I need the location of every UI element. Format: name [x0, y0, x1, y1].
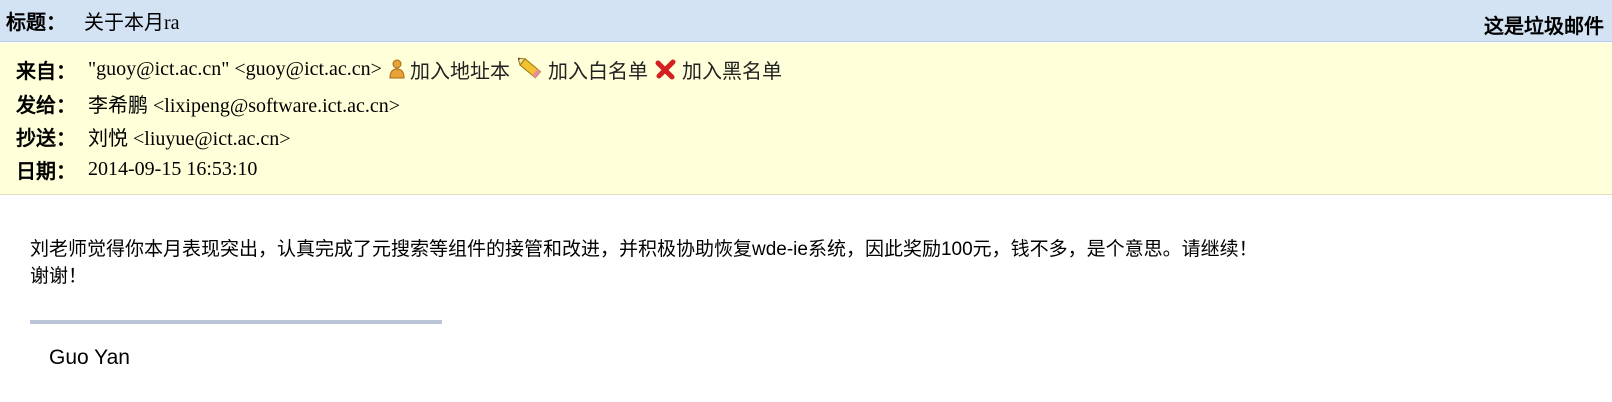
add-to-blacklist-button[interactable]: 加入黑名单	[654, 55, 782, 84]
subject-bar: 标题： 关于本月ra 这是垃圾邮件	[0, 0, 1612, 42]
add-to-address-book-label: 加入地址本	[409, 60, 510, 83]
message-body: 刘老师觉得你本月表现突出，认真完成了元搜索等组件的接管和改进，并积极协助恢复wd…	[30, 236, 1258, 290]
subject-text: 关于本月ra	[84, 12, 180, 34]
date-row: 日期： 2014-09-15 16:53:10	[16, 154, 257, 184]
add-to-blacklist-label: 加入黑名单	[681, 60, 782, 83]
cc-row: 抄送： 刘悦 <liuyue@ict.ac.cn>	[16, 121, 291, 151]
cc-label: 抄送：	[16, 127, 76, 150]
to-label: 发给：	[16, 94, 76, 117]
add-to-whitelist-button[interactable]: 加入白名单	[517, 55, 648, 84]
mail-header-panel: 来自： "guoy@ict.ac.cn" <guoy@ict.ac.cn> 加入…	[0, 43, 1612, 195]
red-x-icon	[655, 59, 676, 80]
message-body-line-2: 谢谢！	[30, 266, 88, 287]
cc-value: 刘悦 <liuyue@ict.ac.cn>	[88, 127, 291, 150]
date-label: 日期：	[16, 160, 76, 183]
date-value: 2014-09-15 16:53:10	[88, 157, 258, 180]
report-spam-link[interactable]: 这是垃圾邮件	[1484, 10, 1604, 39]
from-row: 来自： "guoy@ict.ac.cn" <guoy@ict.ac.cn> 加入…	[16, 54, 782, 84]
to-row: 发给： 李希鹏 <lixipeng@software.ict.ac.cn>	[16, 88, 400, 118]
signature-divider	[30, 320, 442, 324]
from-label: 来自：	[16, 60, 76, 83]
subject-label: 标题：	[6, 12, 66, 34]
from-value: "guoy@ict.ac.cn" <guoy@ict.ac.cn>	[88, 57, 382, 80]
to-value: 李希鹏 <lixipeng@software.ict.ac.cn>	[88, 94, 401, 117]
pencil-icon	[517, 57, 542, 79]
signature: Guo Yan	[49, 346, 130, 369]
person-icon	[389, 59, 405, 79]
message-body-line-1: 刘老师觉得你本月表现突出，认真完成了元搜索等组件的接管和改进，并积极协助恢复wd…	[30, 239, 1258, 260]
add-to-whitelist-label: 加入白名单	[547, 60, 648, 83]
add-to-address-book-button[interactable]: 加入地址本	[388, 55, 510, 84]
